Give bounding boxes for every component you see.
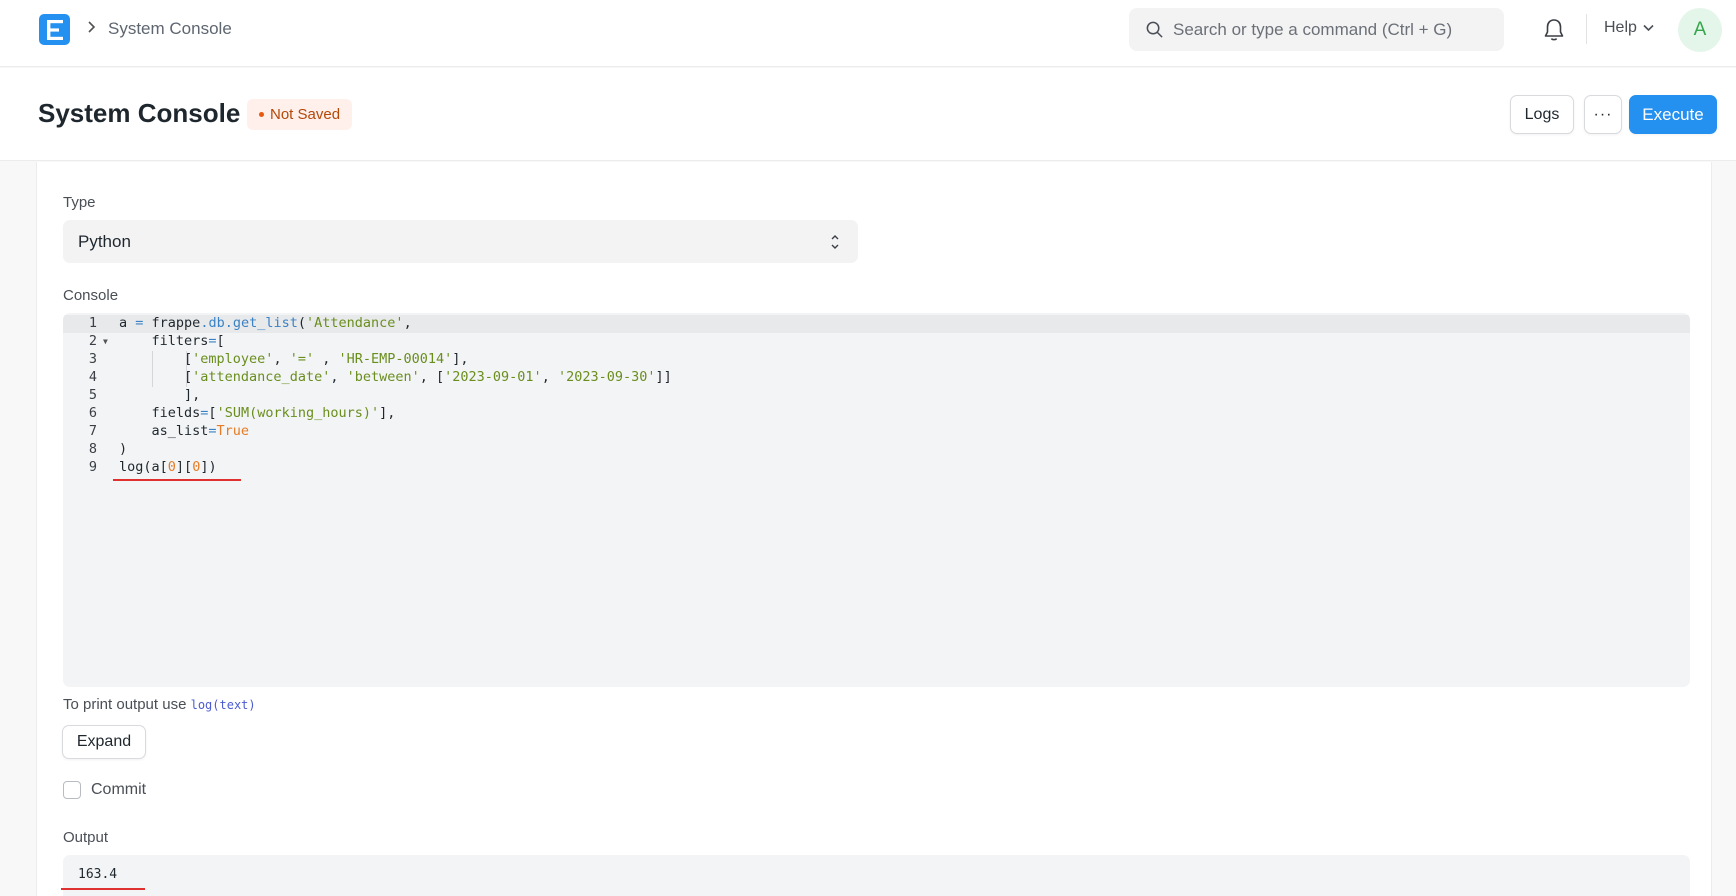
app-logo[interactable] — [39, 14, 70, 45]
code-line: fields=['SUM(working_hours)'], — [119, 405, 396, 421]
status-text: Not Saved — [270, 106, 341, 123]
expand-button[interactable]: Expand — [62, 725, 146, 759]
code-line: ], — [119, 387, 201, 403]
annotation-underline — [61, 888, 145, 890]
line-number: 2 — [88, 333, 97, 349]
breadcrumb-chevron-icon — [86, 20, 96, 39]
status-badge: Not Saved — [247, 99, 353, 130]
output-panel: 163.4 — [63, 855, 1690, 896]
line-number: 7 — [88, 423, 97, 439]
type-select-value: Python — [78, 232, 131, 251]
type-select[interactable]: Python — [63, 220, 858, 263]
type-label: Type — [63, 194, 96, 211]
print-hint: To print output use log(text) — [63, 696, 256, 713]
line-number: 5 — [88, 387, 97, 403]
search-icon — [1146, 21, 1163, 38]
code-line: filters=[ — [119, 333, 225, 349]
code-editor[interactable]: 1 2 3 4 5 6 7 8 9 ▼ a = frappe.db.get_li… — [63, 313, 1690, 687]
output-value: 163.4 — [78, 867, 118, 882]
logs-button[interactable]: Logs — [1510, 95, 1574, 134]
chevron-down-icon — [1643, 24, 1654, 32]
line-number: 4 — [88, 369, 97, 385]
help-label: Help — [1604, 19, 1637, 36]
print-hint-code: log(text) — [190, 698, 256, 712]
page-header: System Console Not Saved Logs ··· Execut… — [0, 68, 1736, 161]
annotation-underline — [113, 479, 241, 481]
notification-bell-icon[interactable] — [1543, 18, 1565, 42]
line-number: 8 — [88, 441, 97, 457]
navbar: System Console Help A — [0, 0, 1736, 67]
code-line: ['employee', '=' , 'HR-EMP-00014'], — [119, 351, 469, 367]
breadcrumb-link[interactable]: System Console — [108, 19, 232, 39]
more-actions-button[interactable]: ··· — [1584, 95, 1622, 134]
console-label: Console — [63, 287, 119, 304]
output-label: Output — [63, 829, 109, 846]
status-dot-icon — [259, 112, 264, 117]
search-bar[interactable] — [1129, 8, 1504, 51]
print-hint-text: To print output use — [63, 696, 187, 713]
commit-checkbox[interactable] — [63, 781, 81, 799]
line-number: 9 — [88, 459, 97, 475]
search-input[interactable] — [1173, 8, 1493, 51]
code-line: log(a[0][0]) — [119, 459, 217, 475]
page-title: System Console — [38, 98, 241, 128]
code-line: ) — [119, 441, 128, 457]
line-number: 3 — [88, 351, 97, 367]
code-line: a = frappe.db.get_list('Attendance', — [119, 315, 412, 331]
user-avatar[interactable]: A — [1678, 8, 1722, 52]
commit-label[interactable]: Commit — [91, 781, 146, 799]
navbar-divider — [1586, 14, 1587, 44]
line-number: 6 — [88, 405, 97, 421]
help-dropdown[interactable]: Help — [1604, 19, 1654, 37]
app-logo-icon — [46, 19, 63, 40]
select-updown-icon — [831, 235, 839, 249]
code-line: as_list=True — [119, 423, 250, 439]
line-number: 1 — [88, 315, 97, 331]
fold-arrow-icon[interactable]: ▼ — [103, 337, 108, 346]
execute-button[interactable]: Execute — [1629, 95, 1717, 134]
code-line: ['attendance_date', 'between', ['2023-09… — [119, 369, 672, 385]
